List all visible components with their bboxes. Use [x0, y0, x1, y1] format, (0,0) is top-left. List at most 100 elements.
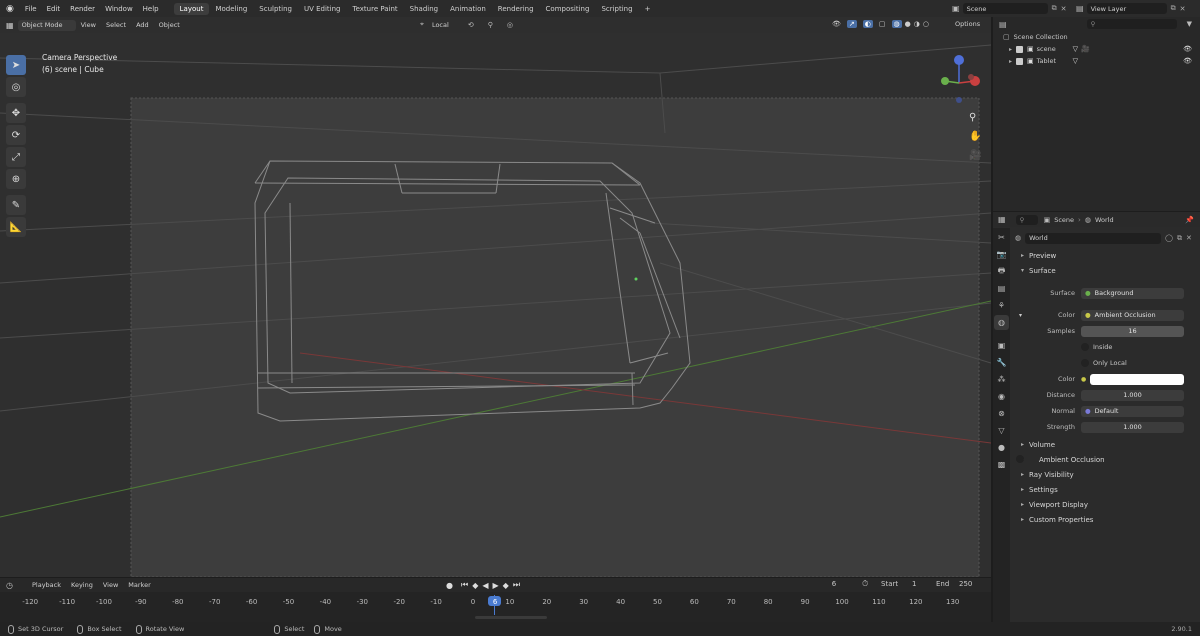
add-workspace-button[interactable]: +: [639, 3, 657, 15]
socket-dot-icon[interactable]: ●: [1081, 376, 1086, 383]
close-icon[interactable]: ✕: [1061, 5, 1067, 13]
outliner-search[interactable]: ⚲: [1086, 19, 1177, 29]
checkbox-icon[interactable]: [1016, 45, 1024, 53]
checkbox-icon[interactable]: [1016, 57, 1024, 65]
cursor-tool[interactable]: ◎: [6, 77, 26, 97]
scene-tab-icon[interactable]: ⚘: [994, 298, 1009, 313]
copy-icon[interactable]: ⧉: [1052, 4, 1057, 13]
scene-collection-label[interactable]: Scene Collection: [1014, 33, 1068, 41]
tab-sculpting[interactable]: Sculpting: [253, 3, 298, 15]
surface-shader-field[interactable]: ● Background: [1081, 287, 1184, 299]
eye-icon[interactable]: 👁: [1183, 57, 1192, 65]
next-keyframe-icon[interactable]: ◆: [503, 581, 509, 590]
editor-type-icon[interactable]: ▦: [998, 215, 1006, 224]
camera-view-icon[interactable]: 🎥: [969, 146, 981, 165]
tab-layout[interactable]: Layout: [173, 2, 210, 15]
eye-icon[interactable]: 👁: [1183, 45, 1192, 53]
samples-field[interactable]: 16: [1081, 325, 1184, 337]
proportional-edit-icon[interactable]: ◎: [507, 21, 513, 29]
3d-viewport[interactable]: Camera Perspective (6) scene | Cube ➤ ◎ …: [0, 33, 991, 577]
menu-edit[interactable]: Edit: [42, 5, 66, 13]
annotate-tool[interactable]: ✎: [6, 195, 26, 215]
view-layer-selector[interactable]: View Layer: [1086, 3, 1167, 14]
filter-icon[interactable]: ▼: [1187, 20, 1192, 28]
panel-surface[interactable]: Surface: [1015, 267, 1200, 282]
render-tab-icon[interactable]: 📷: [994, 247, 1009, 262]
snap-icon[interactable]: ⚲: [488, 21, 493, 29]
close-icon[interactable]: ✕: [1186, 234, 1192, 242]
expand-arrow-icon[interactable]: ▸: [1009, 46, 1012, 53]
menu-render[interactable]: Render: [65, 5, 100, 13]
panel-custom-properties[interactable]: Custom Properties: [1015, 516, 1200, 531]
material-tab-icon[interactable]: ●: [994, 440, 1009, 455]
menu-window[interactable]: Window: [100, 5, 138, 13]
gizmo-icon[interactable]: ↗: [846, 20, 857, 28]
props-search[interactable]: ⚲: [1015, 214, 1038, 225]
move-tool[interactable]: ✥: [6, 103, 26, 123]
panel-settings[interactable]: Settings: [1015, 486, 1200, 501]
panel-preview[interactable]: Preview: [1015, 252, 1200, 267]
view-layer-tab-icon[interactable]: ▤: [994, 281, 1009, 296]
orientation-selector[interactable]: Local: [427, 21, 454, 29]
tab-animation[interactable]: Animation: [444, 3, 492, 15]
wireframe-shading-icon[interactable]: ◍: [891, 20, 902, 28]
navigation-gizmo[interactable]: [935, 53, 987, 105]
scene-selector[interactable]: Scene: [962, 3, 1048, 14]
select-tool[interactable]: ➤: [6, 55, 26, 75]
color-swatch[interactable]: [1090, 373, 1184, 385]
menu-select[interactable]: Select: [101, 21, 131, 29]
xray-icon[interactable]: ▢: [879, 20, 886, 28]
particles-tab-icon[interactable]: ⁂: [994, 372, 1009, 387]
ambient-occlusion-checkbox[interactable]: [1016, 455, 1024, 463]
panel-ambient-occlusion[interactable]: Ambient Occlusion: [1015, 456, 1200, 471]
transform-tool[interactable]: ⊕: [6, 169, 26, 189]
inside-checkbox[interactable]: [1081, 343, 1089, 351]
modifier-tab-icon[interactable]: 🔧: [994, 355, 1009, 370]
menu-view[interactable]: View: [76, 21, 101, 29]
normal-field[interactable]: ● Default: [1081, 405, 1184, 417]
scale-tool[interactable]: ⤢: [6, 147, 26, 167]
physics-tab-icon[interactable]: ◉: [994, 389, 1009, 404]
texture-tab-icon[interactable]: ▩: [994, 457, 1009, 472]
tool-tab-icon[interactable]: ✂: [994, 230, 1009, 245]
blender-logo-icon[interactable]: ◉: [6, 4, 14, 14]
solid-shading-icon[interactable]: ●: [905, 20, 911, 28]
distance-field[interactable]: 1.000: [1081, 389, 1184, 401]
fake-user-icon[interactable]: ◯: [1165, 234, 1173, 242]
timeline-editor-icon[interactable]: ◷: [6, 581, 13, 590]
strength-field[interactable]: 1.000: [1081, 421, 1184, 433]
expand-arrow-icon[interactable]: ▸: [1009, 58, 1012, 65]
outliner-item-scene[interactable]: ▸ ▣ scene ▽ 🎥 👁: [993, 43, 1200, 55]
menu-add[interactable]: Add: [131, 21, 154, 29]
panel-volume[interactable]: Volume: [1015, 441, 1200, 456]
jump-start-icon[interactable]: ⏮: [461, 580, 468, 590]
current-frame-field[interactable]: 6: [820, 580, 848, 588]
viewport-canvas[interactable]: [0, 33, 991, 577]
outliner-item-tablet[interactable]: ▸ ▣ Tablet ▽ 👁: [993, 55, 1200, 67]
material-shading-icon[interactable]: ◑: [914, 20, 920, 28]
timeline-scrollbar[interactable]: [475, 616, 547, 619]
end-value[interactable]: 250: [959, 580, 972, 588]
play-icon[interactable]: ▶: [493, 581, 499, 590]
only-local-checkbox[interactable]: [1081, 359, 1089, 367]
tab-compositing[interactable]: Compositing: [540, 3, 596, 15]
menu-object[interactable]: Object: [154, 21, 185, 29]
output-tab-icon[interactable]: 🖶: [994, 264, 1009, 279]
world-tab-icon[interactable]: ◍: [994, 315, 1009, 330]
play-reverse-icon[interactable]: ◀: [482, 581, 488, 590]
object-tab-icon[interactable]: ▣: [994, 338, 1009, 353]
close-icon[interactable]: ✕: [1180, 5, 1186, 13]
color-shader-field[interactable]: ● Ambient Occlusion: [1081, 309, 1184, 321]
tab-rendering[interactable]: Rendering: [492, 3, 540, 15]
pin-icon[interactable]: 📌: [1185, 216, 1194, 224]
rotate-tool[interactable]: ⟳: [6, 125, 26, 145]
visibility-icon[interactable]: 👁: [832, 20, 841, 28]
tab-texture-paint[interactable]: Texture Paint: [347, 3, 404, 15]
mode-selector[interactable]: Object Mode: [17, 19, 76, 31]
tab-scripting[interactable]: Scripting: [595, 3, 638, 15]
clock-icon[interactable]: ⏱: [862, 579, 868, 589]
menu-file[interactable]: File: [20, 5, 42, 13]
pan-hand-icon[interactable]: ✋: [969, 127, 981, 146]
world-selector[interactable]: World: [1025, 232, 1162, 244]
record-icon[interactable]: ●: [446, 581, 453, 590]
